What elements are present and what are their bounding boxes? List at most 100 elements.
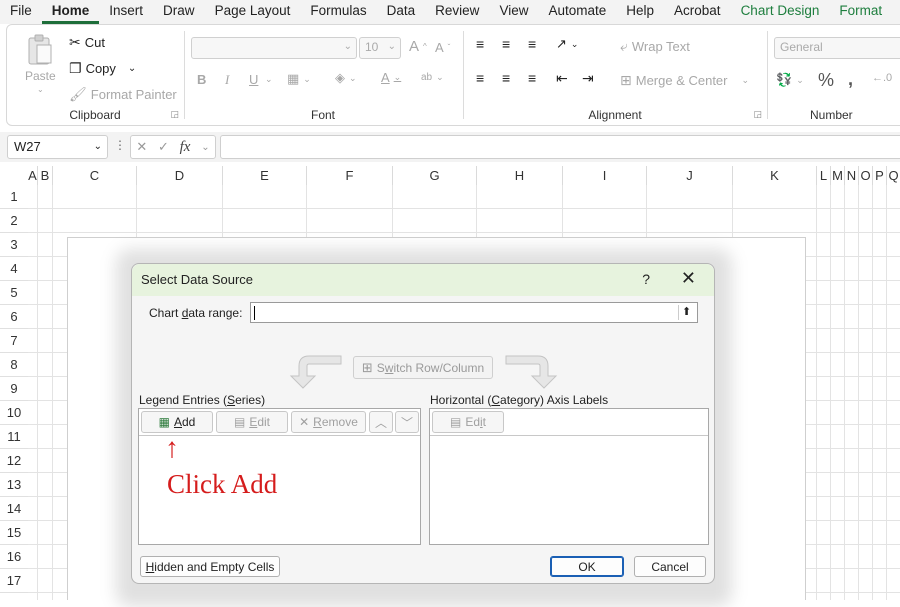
text-direction-icon[interactable]: ab ⌄ (421, 72, 444, 83)
tab-automate[interactable]: Automate (538, 0, 616, 24)
row-header[interactable]: 3 (0, 233, 28, 257)
row-header[interactable]: 2 (0, 209, 28, 233)
row-header[interactable]: 8 (0, 353, 28, 377)
fill-color-icon[interactable]: ◈ ⌄ (335, 70, 357, 86)
chevron-down-icon[interactable]: ⌄ (265, 74, 273, 85)
align-center-icon[interactable]: ≡ (502, 70, 510, 86)
comma-style-icon[interactable]: , (848, 69, 853, 90)
close-icon[interactable]: ✕ (681, 268, 696, 289)
tab-chart-design[interactable]: Chart Design (731, 0, 830, 24)
edit-series-button[interactable]: ▤ Edit (216, 411, 288, 433)
cancel-button[interactable]: Cancel (634, 556, 706, 577)
formula-input[interactable] (220, 135, 900, 159)
font-name-combo[interactable]: ⌄ (191, 37, 357, 59)
row-header[interactable]: 17 (0, 569, 28, 593)
column-header[interactable]: H (477, 166, 563, 185)
column-header[interactable]: I (563, 166, 647, 185)
column-header[interactable]: D (137, 166, 223, 185)
column-header[interactable]: A (28, 166, 38, 185)
underline-button[interactable]: U (249, 72, 258, 87)
wrap-text-button[interactable]: ⤶ Wrap Text (620, 38, 690, 55)
column-header[interactable]: K (733, 166, 817, 185)
column-header[interactable]: N (845, 166, 859, 185)
merge-center-button[interactable]: ⊞ Merge & Center ⌄ (620, 72, 749, 89)
format-painter-button[interactable]: 🖌 Format Painter (69, 86, 177, 103)
edit-axis-labels-button[interactable]: ▤ Edit (432, 411, 504, 433)
row-header[interactable]: 13 (0, 473, 28, 497)
help-button[interactable]: ? (642, 271, 650, 287)
tab-insert[interactable]: Insert (99, 0, 153, 24)
column-header[interactable]: C (53, 166, 137, 185)
tab-data[interactable]: Data (377, 0, 426, 24)
check-icon[interactable]: ✓ (158, 139, 169, 155)
tab-review[interactable]: Review (425, 0, 489, 24)
row-header[interactable]: 9 (0, 377, 28, 401)
tab-page-layout[interactable]: Page Layout (205, 0, 301, 24)
borders-icon[interactable]: ▦ ⌄ (287, 71, 311, 87)
column-header[interactable]: O (859, 166, 873, 185)
tab-view[interactable]: View (489, 0, 538, 24)
align-middle-icon[interactable]: ≡ (502, 36, 510, 52)
add-series-button[interactable]: ▦ Add (141, 411, 213, 433)
number-format-combo[interactable]: General (774, 37, 900, 59)
chart-data-range-input[interactable]: ⬆ (250, 302, 698, 323)
copy-button[interactable]: ❐ Copy ⌄ (69, 60, 136, 77)
tab-file[interactable]: File (0, 0, 42, 24)
name-box[interactable]: W27 ⌄ (7, 135, 108, 159)
column-header[interactable]: G (393, 166, 477, 185)
tab-help[interactable]: Help (616, 0, 664, 24)
align-top-icon[interactable]: ≡ (476, 36, 484, 52)
percent-button[interactable]: % (818, 70, 834, 91)
chevron-down-icon[interactable]: ⌄ (201, 142, 209, 153)
column-header[interactable]: Q (887, 166, 900, 185)
collapse-dialog-icon[interactable]: ⬆ (678, 305, 694, 320)
align-left-icon[interactable]: ≡ (476, 70, 484, 86)
ok-button[interactable]: OK (550, 556, 624, 577)
column-header[interactable]: L (817, 166, 831, 185)
row-header[interactable]: 5 (0, 281, 28, 305)
italic-button[interactable]: I (225, 72, 229, 88)
row-header[interactable]: 12 (0, 449, 28, 473)
hidden-empty-cells-button[interactable]: Hidden and Empty Cells (140, 556, 280, 577)
column-header[interactable]: J (647, 166, 733, 185)
align-right-icon[interactable]: ≡ (528, 70, 536, 86)
row-header[interactable]: 14 (0, 497, 28, 521)
tab-acrobat[interactable]: Acrobat (664, 0, 731, 24)
increase-decimal-icon[interactable]: ←.0 (872, 72, 892, 84)
axis-labels-list[interactable] (430, 437, 708, 544)
cancel-icon[interactable]: ✕ (136, 139, 147, 155)
switch-row-column-button[interactable]: ⊞ Switch Row/Column (353, 356, 493, 379)
decrease-indent-icon[interactable]: ⇤ (556, 70, 568, 87)
insert-function-button[interactable]: fx (180, 139, 191, 156)
move-up-button[interactable]: ︿ (369, 411, 393, 433)
font-size-combo[interactable]: 10 ⌄ (359, 37, 401, 59)
move-down-button[interactable]: ﹀ (395, 411, 419, 433)
column-header[interactable]: B (38, 166, 53, 185)
remove-series-button[interactable]: ✕ Remove (291, 411, 366, 433)
increase-font-icon[interactable]: A ^ (409, 38, 427, 55)
dialog-launcher-icon[interactable]: ◲ (753, 109, 762, 120)
column-header[interactable]: M (831, 166, 845, 185)
bold-button[interactable]: B (197, 72, 206, 87)
row-header[interactable]: 15 (0, 521, 28, 545)
tab-home[interactable]: Home (41, 0, 100, 24)
row-header[interactable]: 10 (0, 401, 28, 425)
increase-indent-icon[interactable]: ⇥ (582, 70, 594, 87)
row-header[interactable]: 6 (0, 305, 28, 329)
column-header[interactable]: E (223, 166, 307, 185)
column-header[interactable]: F (307, 166, 393, 185)
row-header[interactable]: 4 (0, 257, 28, 281)
tab-format[interactable]: Format (829, 0, 892, 24)
tab-formulas[interactable]: Formulas (300, 0, 376, 24)
row-header[interactable]: 16 (0, 545, 28, 569)
cut-button[interactable]: ✂ Cut (69, 34, 105, 51)
row-header[interactable]: 7 (0, 329, 28, 353)
dialog-launcher-icon[interactable]: ◲ (170, 109, 179, 120)
column-header[interactable]: P (873, 166, 887, 185)
font-color-icon[interactable]: A ⌄ (381, 70, 401, 85)
align-bottom-icon[interactable]: ≡ (528, 36, 536, 52)
row-header[interactable]: 11 (0, 425, 28, 449)
decrease-font-icon[interactable]: Aˇ (435, 40, 450, 55)
currency-icon[interactable]: 💱 ⌄ (776, 72, 804, 88)
orientation-icon[interactable]: ↗ ⌄ (556, 36, 578, 52)
